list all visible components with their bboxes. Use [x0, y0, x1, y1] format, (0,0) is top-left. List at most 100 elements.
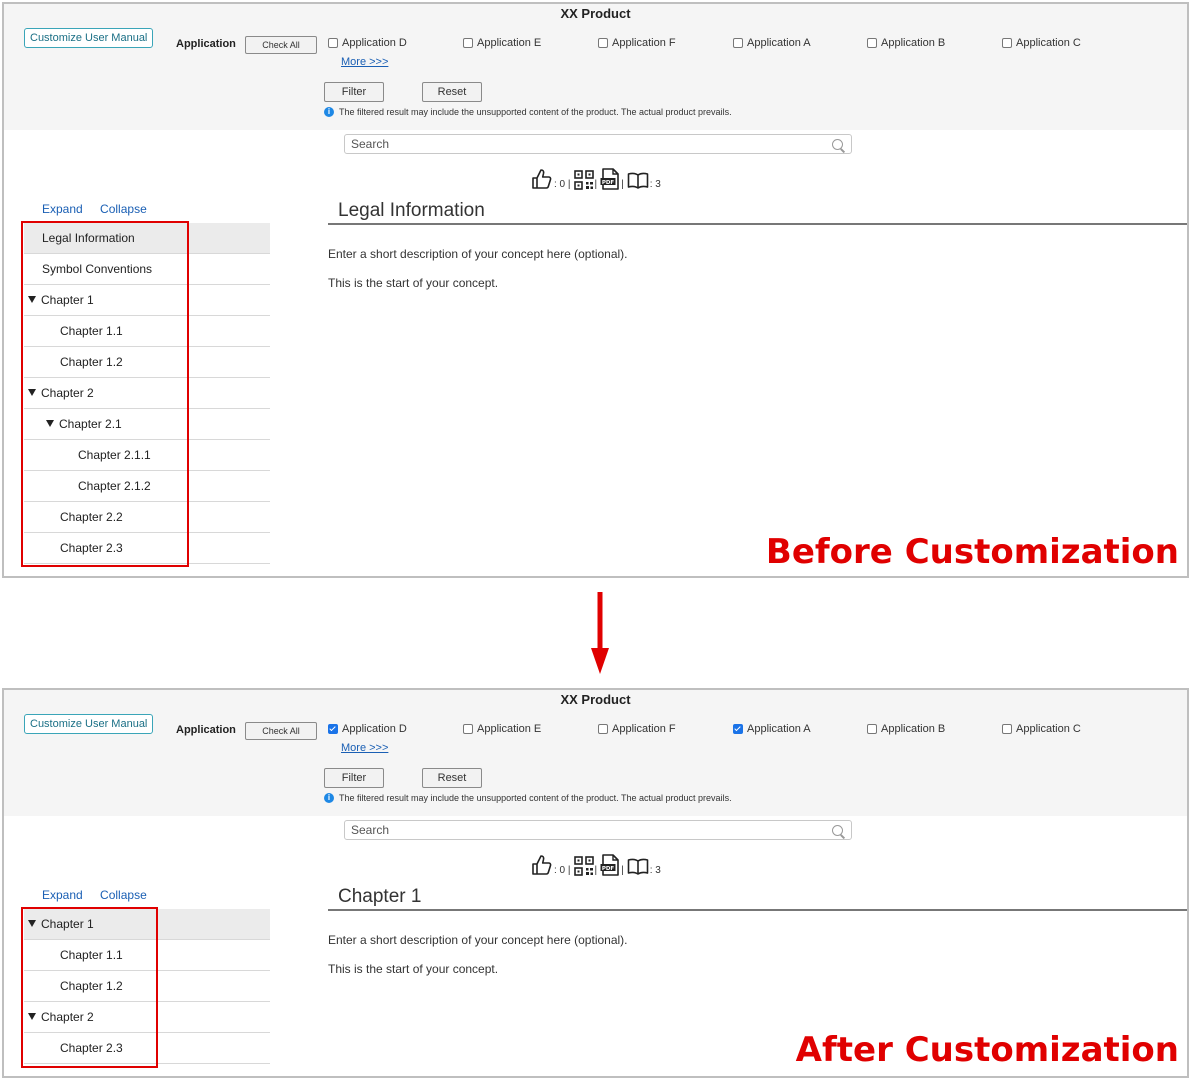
after-panel: XX Product Customize User Manual Applica…: [2, 688, 1189, 1078]
more-link[interactable]: More >>>: [341, 742, 388, 754]
application-label: Application: [176, 724, 236, 736]
book-count: : 3: [649, 179, 661, 190]
highlight-box: [21, 221, 189, 567]
thumbs-up-icon[interactable]: [531, 168, 553, 190]
application-option-label: Application A: [747, 723, 811, 735]
separator: |: [621, 865, 624, 876]
search-input[interactable]: Search: [344, 820, 852, 840]
concept-description: Enter a short description of your concep…: [328, 247, 628, 261]
application-checkbox[interactable]: [733, 38, 743, 48]
application-option-label: Application F: [612, 37, 676, 49]
caption-label: Before Customization: [765, 532, 1179, 572]
application-option[interactable]: Application D: [328, 37, 407, 49]
info-icon: i: [324, 107, 334, 117]
title-divider: [328, 223, 1187, 225]
thumbs-up-icon[interactable]: [531, 854, 553, 876]
tree-controls: Expand Collapse: [42, 888, 161, 902]
svg-text:PDF: PDF: [602, 180, 615, 186]
application-option[interactable]: Application F: [598, 723, 676, 735]
application-option-label: Application C: [1016, 37, 1081, 49]
application-checkbox[interactable]: [1002, 38, 1012, 48]
application-option-label: Application D: [342, 37, 407, 49]
application-option-label: Application A: [747, 37, 811, 49]
filter-note: i The filtered result may include the un…: [324, 793, 732, 803]
info-icon: i: [324, 793, 334, 803]
down-arrow-icon: [591, 592, 609, 674]
concept-description: Enter a short description of your concep…: [328, 933, 628, 947]
reset-button[interactable]: Reset: [422, 768, 482, 788]
like-count: : 0 |: [554, 179, 571, 190]
like-count: : 0 |: [554, 865, 571, 876]
tree-controls: Expand Collapse: [42, 202, 161, 216]
search-input[interactable]: Search: [344, 134, 852, 154]
application-checkbox[interactable]: [598, 724, 608, 734]
application-label: Application: [176, 38, 236, 50]
caption-label: After Customization: [795, 1030, 1179, 1070]
application-option[interactable]: Application C: [1002, 37, 1081, 49]
application-option-label: Application B: [881, 37, 946, 49]
application-option-label: Application E: [477, 37, 542, 49]
application-checkbox[interactable]: [463, 724, 473, 734]
concept-body: This is the start of your concept.: [328, 962, 499, 976]
application-option[interactable]: Application E: [463, 723, 541, 735]
filter-button[interactable]: Filter: [324, 768, 384, 788]
content-title: Chapter 1: [338, 886, 422, 907]
filter-button[interactable]: Filter: [324, 82, 384, 102]
filter-header: XX Product Customize User Manual Applica…: [4, 690, 1187, 816]
pdf-icon[interactable]: PDF: [600, 168, 620, 190]
filter-note-text: The filtered result may include the unsu…: [339, 107, 732, 117]
expand-link[interactable]: Expand: [42, 202, 83, 216]
application-option[interactable]: Application A: [733, 723, 811, 735]
content-title: Legal Information: [338, 200, 485, 221]
application-checkbox[interactable]: [867, 38, 877, 48]
expand-link[interactable]: Expand: [42, 888, 83, 902]
filter-note: i The filtered result may include the un…: [324, 107, 732, 117]
qr-code-icon[interactable]: [573, 170, 594, 190]
search-icon[interactable]: [832, 139, 843, 150]
collapse-link[interactable]: Collapse: [100, 888, 147, 902]
application-checkbox[interactable]: [328, 724, 338, 734]
application-option-label: Application D: [342, 723, 407, 735]
check-all-button[interactable]: Check All: [245, 36, 317, 54]
application-checkbox[interactable]: [598, 38, 608, 48]
search-icon[interactable]: [832, 825, 843, 836]
application-option[interactable]: Application D: [328, 723, 407, 735]
collapse-link[interactable]: Collapse: [100, 202, 147, 216]
application-checkbox[interactable]: [867, 724, 877, 734]
application-checkbox[interactable]: [328, 38, 338, 48]
filter-note-text: The filtered result may include the unsu…: [339, 793, 732, 803]
product-title: XX Product: [560, 6, 631, 21]
application-checkbox[interactable]: [463, 38, 473, 48]
application-option-label: Application B: [881, 723, 946, 735]
application-option[interactable]: Application C: [1002, 723, 1081, 735]
application-option-label: Application F: [612, 723, 676, 735]
pdf-icon[interactable]: PDF: [600, 854, 620, 876]
customize-user-manual-button[interactable]: Customize User Manual: [24, 714, 154, 734]
separator: |: [594, 865, 598, 876]
application-option[interactable]: Application F: [598, 37, 676, 49]
title-divider: [328, 909, 1187, 911]
filter-header: XX Product Customize User Manual Applica…: [4, 4, 1187, 130]
application-checkbox[interactable]: [733, 724, 743, 734]
application-checkbox[interactable]: [1002, 724, 1012, 734]
application-option[interactable]: Application B: [867, 37, 945, 49]
highlight-box: [21, 907, 158, 1068]
application-option[interactable]: Application A: [733, 37, 811, 49]
book-icon[interactable]: [627, 172, 649, 190]
application-option-label: Application E: [477, 723, 542, 735]
toolbar-icons: : 0 | | PDF |: 3: [531, 164, 664, 190]
qr-code-icon[interactable]: [573, 856, 594, 876]
check-all-button[interactable]: Check All: [245, 722, 317, 740]
book-count: : 3: [649, 865, 661, 876]
application-option-label: Application C: [1016, 723, 1081, 735]
application-option[interactable]: Application B: [867, 723, 945, 735]
book-icon[interactable]: [627, 858, 649, 876]
product-title: XX Product: [560, 692, 631, 707]
reset-button[interactable]: Reset: [422, 82, 482, 102]
before-panel: XX Product Customize User Manual Applica…: [2, 2, 1189, 578]
separator: |: [621, 179, 624, 190]
more-link[interactable]: More >>>: [341, 56, 388, 68]
customize-user-manual-button[interactable]: Customize User Manual: [24, 28, 154, 48]
application-option[interactable]: Application E: [463, 37, 541, 49]
concept-body: This is the start of your concept.: [328, 276, 499, 290]
